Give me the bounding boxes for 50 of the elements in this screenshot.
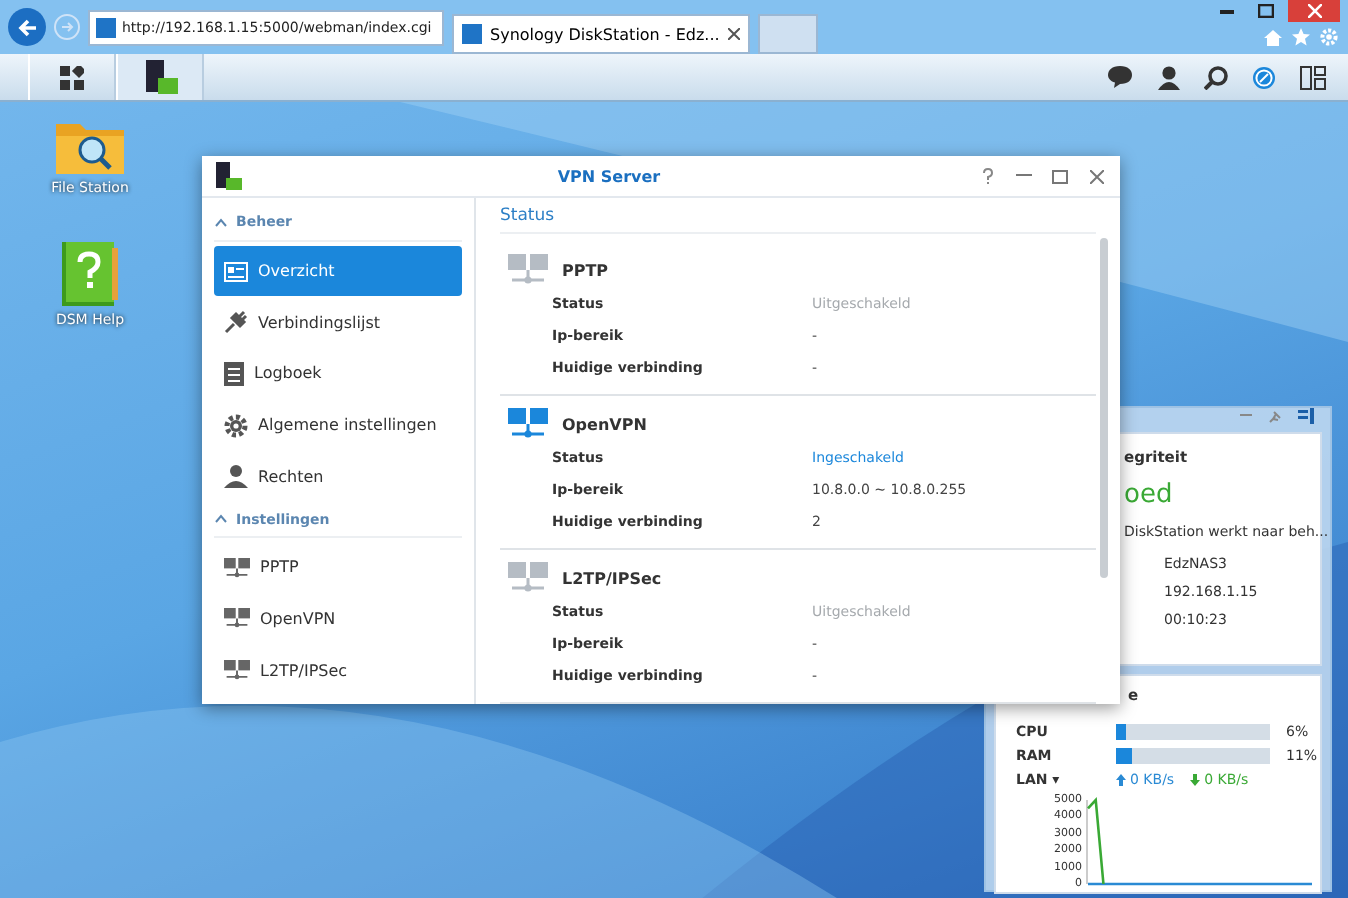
maximize-icon[interactable]: [1258, 4, 1274, 18]
sidebar-item[interactable]: PPTP: [214, 541, 462, 594]
vpn-app-button[interactable]: [116, 54, 204, 100]
network-icon: [508, 408, 548, 440]
close-button[interactable]: [1084, 165, 1108, 187]
network-icon: [224, 608, 250, 630]
sidebar-item[interactable]: Algemene instellingen: [214, 399, 462, 451]
back-button[interactable]: [8, 8, 46, 46]
up-arrow-icon: [1116, 774, 1126, 786]
section-title: Status: [500, 198, 1096, 234]
network-icon: [224, 659, 250, 681]
grid-icon[interactable]: [60, 65, 84, 89]
chevron-up-icon[interactable]: [214, 217, 228, 228]
folder-icon: [56, 118, 124, 174]
document-icon: [224, 361, 244, 386]
down-arrow-icon: [1190, 774, 1201, 786]
gear-icon: [224, 413, 248, 438]
pin-icon[interactable]: [1268, 409, 1282, 423]
network-icon: [508, 254, 548, 286]
sidebar-item[interactable]: L2TP/IPSec: [214, 644, 462, 696]
network-icon: [508, 562, 548, 594]
close-icon[interactable]: [727, 28, 740, 40]
overview-icon: [224, 261, 248, 282]
star-icon[interactable]: [1288, 26, 1312, 48]
close-button[interactable]: [1288, 0, 1340, 22]
service-name: L2TP/IPSec: [562, 569, 662, 587]
sidebar-item[interactable]: Logboek: [214, 348, 462, 400]
sidebar-item[interactable]: Overzicht: [214, 245, 462, 297]
minimize-icon[interactable]: [1219, 9, 1233, 13]
help-icon[interactable]: [982, 168, 994, 184]
scrollbar[interactable]: [1100, 238, 1108, 578]
sidebar-item[interactable]: Verbindingslijst: [214, 296, 462, 349]
plug-icon: [224, 310, 248, 335]
back-arrow-icon[interactable]: [17, 17, 37, 37]
health-status: oed: [1124, 479, 1173, 509]
browser-tab[interactable]: Synology DiskStation - Edz...: [452, 14, 750, 54]
minimize-icon[interactable]: [1016, 174, 1032, 178]
close-icon[interactable]: [1089, 169, 1103, 183]
window-title: VPN Server: [555, 167, 663, 185]
app-icon[interactable]: [142, 59, 178, 95]
network-icon: [224, 557, 250, 578]
panel-icon[interactable]: [1298, 408, 1314, 424]
sidebar-item[interactable]: OpenVPN: [214, 593, 462, 645]
chevron-up-icon[interactable]: [214, 514, 228, 525]
user-icon: [224, 464, 248, 489]
app-icon: [214, 162, 242, 190]
service-name: PPTP: [562, 261, 609, 279]
service-name: OpenVPN: [562, 415, 647, 433]
sidebar-item[interactable]: Rechten: [214, 450, 462, 503]
help-book-icon: [62, 242, 118, 306]
